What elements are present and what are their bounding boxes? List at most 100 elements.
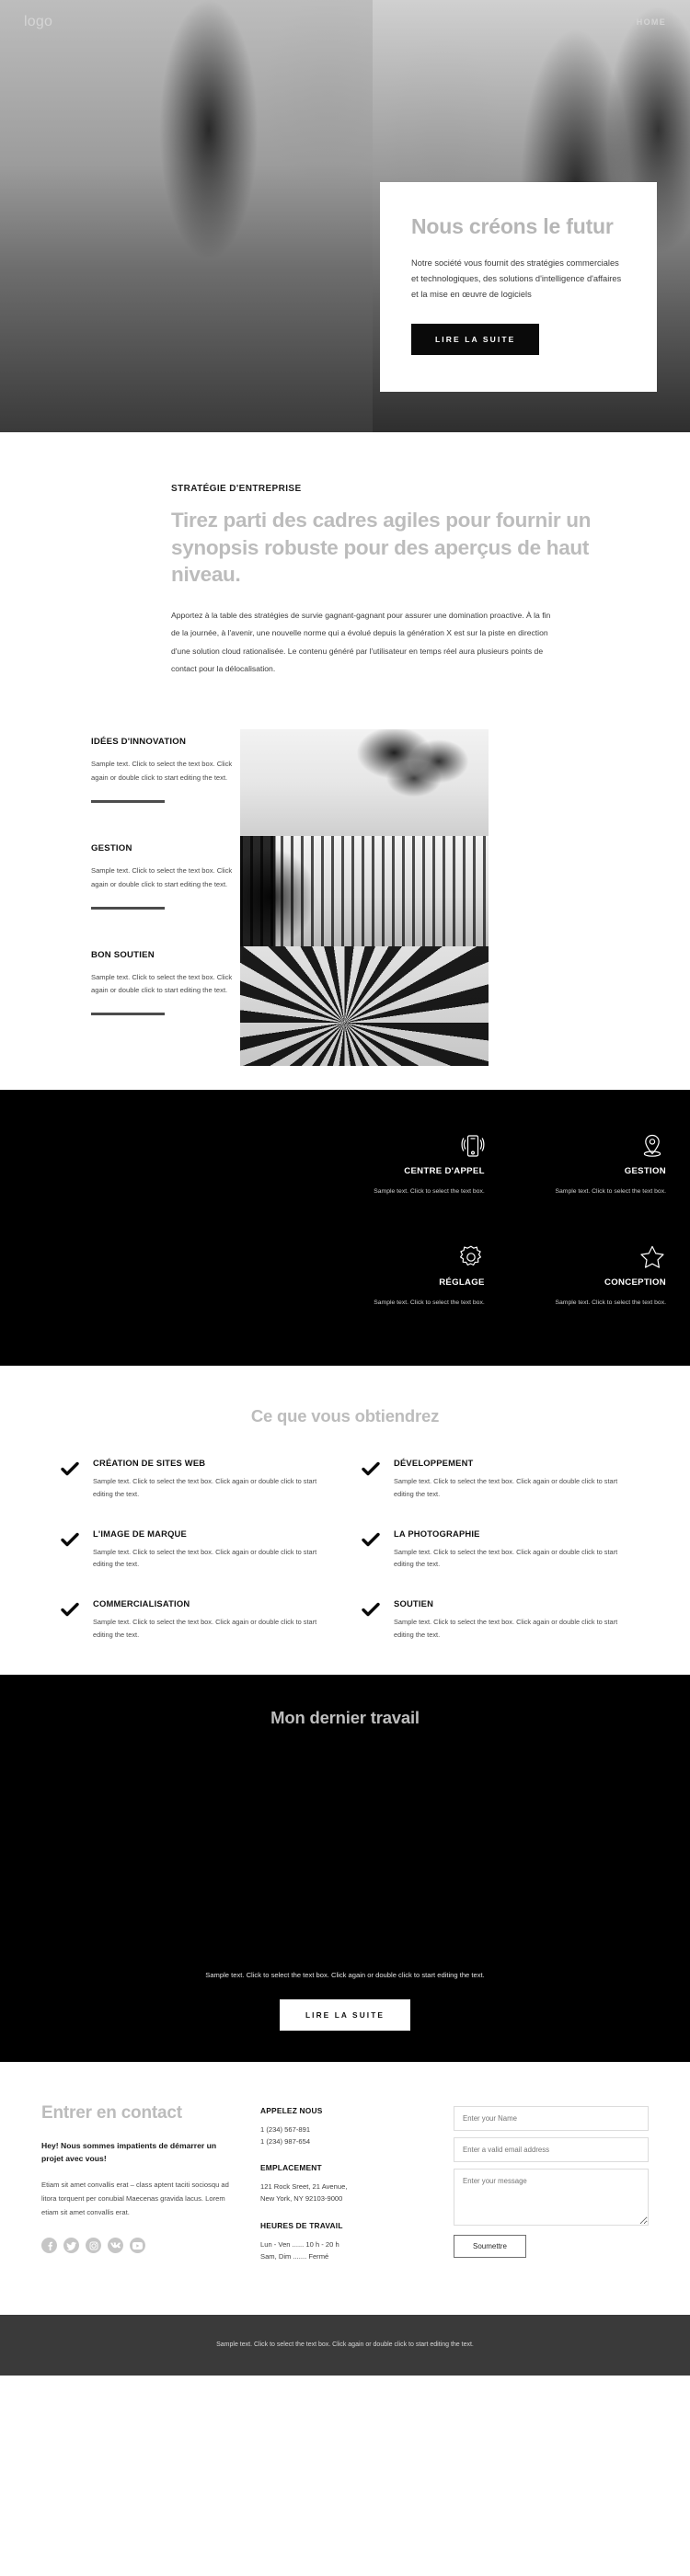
contact-details-column: APPELEZ NOUS 1 (234) 567-891 1 (234) 987… (260, 2102, 431, 2279)
address-line-2: New York, NY 92103-9000 (260, 2194, 343, 2204)
feature-text: Sample text. Click to select the text bo… (91, 760, 233, 783)
feature-image-gallery (240, 836, 489, 947)
service-item-settings: RÉGLAGE Sample text. Click to select the… (320, 1240, 485, 1327)
hours-line-2: Sam, Dim ....... Fermé (260, 2251, 329, 2261)
contact-form: Soumettre (454, 2105, 649, 2258)
benefit-item: COMMERCIALISATION Sample text. Click to … (60, 1598, 329, 1641)
hero-section: logo HOME Nous créons le futur Notre soc… (0, 0, 690, 432)
page-footer: Sample text. Click to select the text bo… (0, 2315, 690, 2376)
submit-button[interactable]: Soumettre (454, 2234, 526, 2258)
check-icon (60, 1529, 80, 1550)
feature-block: GESTION Sample text. Click to select the… (91, 843, 235, 910)
service-title: GESTION (624, 1166, 666, 1177)
benefit-title: COMMERCIALISATION (93, 1598, 190, 1609)
star-icon (501, 1240, 666, 1271)
location-label: EMPLACEMENT (260, 2163, 322, 2173)
phone-1[interactable]: 1 (234) 567-891 (260, 2124, 431, 2135)
site-logo[interactable]: logo (24, 14, 52, 30)
strategy-heading: Tirez parti des cadres agiles pour fourn… (171, 509, 592, 587)
feature-image-trees (240, 729, 489, 837)
mobile-call-icon (320, 1128, 485, 1160)
feature-text: Sample text. Click to select the text bo… (91, 865, 233, 888)
contact-section: Entrer en contact Hey! Nous sommes impat… (0, 2061, 690, 2316)
benefit-item: SOUTIEN Sample text. Click to select the… (361, 1598, 630, 1641)
benefit-title: CRÉATION DE SITES WEB (93, 1458, 206, 1469)
nav-item-home[interactable]: HOME (637, 17, 666, 27)
name-input[interactable] (454, 2105, 649, 2131)
service-text: Sample text. Click to select the text bo… (374, 1188, 485, 1196)
feature-divider (91, 1013, 165, 1016)
feature-block: BON SOUTIEN Sample text. Click to select… (91, 950, 235, 1016)
contact-form-column: Soumettre (454, 2102, 649, 2279)
hours-label: HEURES DE TRAVAIL (260, 2220, 343, 2230)
twitter-icon[interactable] (63, 2238, 79, 2254)
benefit-title: LA PHOTOGRAPHIE (394, 1528, 480, 1539)
feature-image-stack (240, 729, 489, 1067)
contact-intro-column: Entrer en contact Hey! Nous sommes impat… (41, 2102, 238, 2279)
benefit-text: Sample text. Click to select the text bo… (93, 1547, 317, 1569)
hours-line-1: Lun - Ven ...... 10 h - 20 h (260, 2239, 339, 2249)
email-input[interactable] (454, 2136, 649, 2162)
check-icon (361, 1459, 381, 1479)
check-icon (361, 1599, 381, 1620)
contact-call-block: APPELEZ NOUS 1 (234) 567-891 1 (234) 987… (260, 2106, 431, 2148)
features-column: IDÉES D'INNOVATION Sample text. Click to… (51, 729, 235, 1066)
check-icon (361, 1529, 381, 1550)
call-label: APPELEZ NOUS (260, 2105, 323, 2115)
instagram-icon[interactable] (86, 2238, 101, 2254)
benefit-item: LA PHOTOGRAPHIE Sample text. Click to se… (361, 1528, 630, 1571)
service-text: Sample text. Click to select the text bo… (555, 1299, 666, 1307)
feature-title: GESTION (91, 842, 132, 853)
social-links (41, 2238, 238, 2254)
benefits-heading: Ce que vous obtiendrez (250, 1406, 440, 1426)
hero-read-more-button[interactable]: LIRE LA SUITE (411, 323, 540, 355)
benefit-text: Sample text. Click to select the text bo… (394, 1547, 618, 1569)
hero-title: Nous créons le futur (411, 214, 614, 238)
benefit-text: Sample text. Click to select the text bo… (93, 1618, 317, 1639)
vk-icon[interactable] (108, 2238, 123, 2254)
portfolio-note: Sample text. Click to select the text bo… (205, 1970, 485, 1979)
contact-subheading: Hey! Nous sommes impatients de démarrer … (41, 2140, 217, 2164)
feature-block: IDÉES D'INNOVATION Sample text. Click to… (91, 737, 235, 803)
service-title: CENTRE D'APPEL (404, 1166, 485, 1177)
landing-page: logo HOME Nous créons le futur Notre soc… (0, 0, 690, 2376)
benefit-item: DÉVELOPPEMENT Sample text. Click to sele… (361, 1458, 630, 1500)
address-line-1: 121 Rock Sreet, 21 Avenue, (260, 2182, 348, 2192)
gear-icon (320, 1240, 485, 1271)
benefit-text: Sample text. Click to select the text bo… (93, 1477, 317, 1499)
feature-title: BON SOUTIEN (91, 949, 155, 960)
contact-heading: Entrer en contact (41, 2102, 182, 2123)
strategy-section: STRATÉGIE D'ENTREPRISE Tirez parti des c… (0, 432, 690, 705)
location-pin-icon (501, 1128, 666, 1160)
benefits-grid: CRÉATION DE SITES WEB Sample text. Click… (60, 1458, 630, 1641)
feature-text: Sample text. Click to select the text bo… (91, 972, 233, 995)
portfolio-gallery[interactable] (0, 1753, 690, 1929)
contact-body-text: Etiam sit amet convallis erat – class ap… (41, 2181, 229, 2216)
services-grid: CENTRE D'APPEL Sample text. Click to sel… (311, 1090, 690, 1366)
youtube-icon[interactable] (130, 2238, 145, 2254)
hero-description: Notre société vous fournit des stratégie… (411, 258, 622, 300)
hero-card: Nous créons le futur Notre société vous … (380, 182, 657, 392)
portfolio-read-more-button[interactable]: LIRE LA SUITE (280, 1998, 410, 2031)
services-section: CENTRE D'APPEL Sample text. Click to sel… (0, 1090, 690, 1367)
message-input[interactable] (454, 2168, 649, 2226)
strategy-paragraph: Apportez à la table des stratégies de su… (171, 611, 551, 674)
hero-image-left (0, 0, 373, 432)
facebook-icon[interactable] (41, 2238, 57, 2254)
service-title: CONCEPTION (604, 1277, 666, 1288)
strategy-eyebrow: STRATÉGIE D'ENTREPRISE (171, 484, 302, 494)
feature-divider (91, 799, 165, 803)
service-text: Sample text. Click to select the text bo… (374, 1299, 485, 1307)
portfolio-section: Mon dernier travail Sample text. Click t… (0, 1674, 690, 2062)
portfolio-heading: Mon dernier travail (270, 1707, 420, 1727)
service-title: RÉGLAGE (439, 1277, 485, 1288)
service-item-call-center: CENTRE D'APPEL Sample text. Click to sel… (320, 1128, 485, 1216)
benefit-text: Sample text. Click to select the text bo… (394, 1477, 618, 1499)
feature-title: IDÉES D'INNOVATION (91, 737, 187, 748)
feature-divider (91, 906, 165, 910)
check-icon (60, 1599, 80, 1620)
service-text: Sample text. Click to select the text bo… (555, 1188, 666, 1196)
contact-location-block: EMPLACEMENT 121 Rock Sreet, 21 Avenue, N… (260, 2163, 431, 2205)
phone-2[interactable]: 1 (234) 987-654 (260, 2135, 431, 2147)
footer-text: Sample text. Click to select the text bo… (216, 2341, 474, 2349)
